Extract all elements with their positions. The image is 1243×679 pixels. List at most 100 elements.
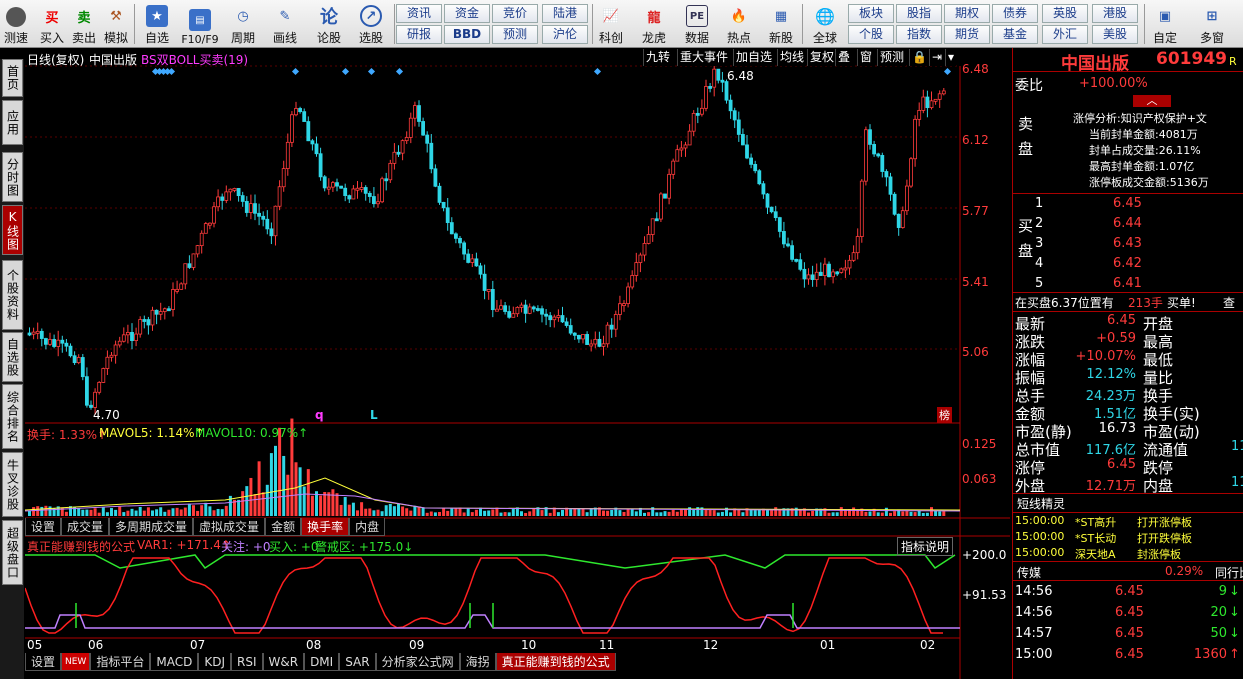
chart-btn-3[interactable]: 均线 bbox=[777, 49, 807, 66]
ind-tab-10[interactable]: 真正能赚到钱的公式 bbox=[495, 653, 616, 671]
nav-timeshare[interactable]: 分时图 bbox=[2, 152, 23, 202]
fund-button[interactable]: 资金 bbox=[444, 4, 490, 23]
indicator-help-button[interactable]: 指标说明 bbox=[897, 537, 954, 556]
bid-price[interactable]: 6.41 bbox=[1113, 276, 1142, 291]
buy-button[interactable]: 买买入 bbox=[38, 2, 66, 46]
single-stock-button[interactable]: 个股 bbox=[848, 25, 894, 44]
sell-button[interactable]: 卖卖出 bbox=[70, 2, 98, 46]
ind-tab-5[interactable]: W&R bbox=[262, 653, 305, 671]
nav-stock-profile[interactable]: 个股资料 bbox=[2, 260, 23, 330]
ind-tab-3[interactable]: KDJ bbox=[198, 653, 231, 671]
forecast-button[interactable]: 预测 bbox=[492, 25, 538, 44]
watchlist-button[interactable]: ★ 自选 bbox=[140, 2, 174, 46]
candle-body bbox=[39, 330, 44, 339]
period-button[interactable]: ◷ 周期 bbox=[226, 2, 260, 46]
simulate-button[interactable]: ⚒ 模拟 bbox=[102, 2, 130, 46]
queue-search-button[interactable]: 查 bbox=[1223, 294, 1235, 311]
sprite-stock[interactable]: *ST高升 bbox=[1075, 514, 1116, 530]
menu-chevron-icon[interactable]: ▾ bbox=[945, 49, 957, 66]
news-button[interactable]: 资讯 bbox=[396, 4, 442, 23]
uk-stock-button[interactable]: 英股 bbox=[1042, 4, 1088, 23]
volume-bar bbox=[561, 509, 564, 516]
expand-icon[interactable]: ⇥ bbox=[929, 49, 945, 66]
bid-price[interactable]: 6.45 bbox=[1113, 196, 1142, 211]
vol-tab-3[interactable]: 虚拟成交量 bbox=[193, 518, 266, 536]
chart-btn-5[interactable]: 叠 bbox=[835, 49, 853, 66]
star-market-button[interactable]: 📈 科创 bbox=[594, 2, 628, 46]
sprite-time: 15:00:00 bbox=[1015, 546, 1065, 559]
ind-tab-8[interactable]: 分析家公式网 bbox=[375, 653, 460, 671]
peer-compare-button[interactable]: 同行比 bbox=[1215, 564, 1243, 581]
ind-tab-1[interactable]: 指标平台 bbox=[90, 653, 151, 671]
vol-tab-4[interactable]: 金额 bbox=[265, 518, 302, 536]
nav-kline[interactable]: K线图 bbox=[2, 205, 23, 255]
ind-tab-9[interactable]: 海拐 bbox=[459, 653, 496, 671]
global-button[interactable]: 🌐 全球 bbox=[806, 2, 844, 46]
data-button[interactable]: PE 数据 bbox=[680, 2, 714, 46]
bid-price[interactable]: 6.44 bbox=[1113, 216, 1142, 231]
shanghai-london-button[interactable]: 沪伦 bbox=[542, 25, 588, 44]
us-stock-button[interactable]: 美股 bbox=[1092, 25, 1138, 44]
nav-apps[interactable]: 应用 bbox=[2, 100, 23, 145]
vol-tab-0[interactable]: 设置 bbox=[25, 518, 62, 536]
bid-price[interactable]: 6.43 bbox=[1113, 236, 1142, 251]
vol-tab-6[interactable]: 内盘 bbox=[349, 518, 386, 536]
dragon-tiger-button[interactable]: 龍龙虎 bbox=[637, 2, 671, 46]
chart-btn-4[interactable]: 复权 bbox=[807, 49, 837, 66]
candle-body bbox=[937, 93, 942, 100]
nav-watchlist[interactable]: 自选股 bbox=[2, 332, 23, 382]
chart-formula-label[interactable]: BS双BOLL买卖(19) bbox=[141, 51, 248, 68]
ind-tab-2[interactable]: MACD bbox=[150, 653, 199, 671]
volume-bar bbox=[753, 510, 757, 516]
candle-body bbox=[48, 339, 52, 345]
vol-tab-5[interactable]: 换手率 bbox=[301, 518, 350, 536]
ind-tab-6[interactable]: DMI bbox=[304, 653, 340, 671]
lock-icon[interactable]: 🔒 bbox=[909, 49, 929, 66]
chart-btn-0[interactable]: 九转 bbox=[643, 49, 673, 66]
hk-connect-button[interactable]: 陆港 bbox=[542, 4, 588, 23]
vol-tab-1[interactable]: 成交量 bbox=[61, 518, 110, 536]
f10-button[interactable]: ▤ F10/F9 bbox=[180, 2, 220, 46]
chart-btn-7[interactable]: 预测 bbox=[877, 49, 907, 66]
bond-button[interactable]: 债券 bbox=[992, 4, 1038, 23]
chart-btn-1[interactable]: 重大事件 bbox=[677, 49, 731, 66]
volume-bar bbox=[720, 511, 724, 516]
collapse-arrow-icon[interactable]: ︿ bbox=[1133, 95, 1171, 107]
ind-tab-7[interactable]: SAR bbox=[339, 653, 376, 671]
fund-market-button[interactable]: 基金 bbox=[992, 25, 1038, 44]
new-stock-button[interactable]: ▦ 新股 bbox=[764, 2, 798, 46]
bid-price[interactable]: 6.42 bbox=[1113, 256, 1142, 271]
stock-picker-button[interactable]: ↗ 选股 bbox=[354, 2, 388, 46]
stock-name: 中国出版 bbox=[1061, 54, 1129, 74]
options-button[interactable]: 期权 bbox=[944, 4, 990, 23]
nav-ranking[interactable]: 综合排名 bbox=[2, 384, 23, 449]
rank-badge[interactable]: 榜 bbox=[937, 407, 952, 423]
hot-button[interactable]: 🔥 热点 bbox=[722, 2, 756, 46]
research-button[interactable]: 研报 bbox=[396, 25, 442, 44]
chart-btn-6[interactable]: 窗 bbox=[857, 49, 875, 66]
nav-diagnosis[interactable]: 牛叉诊股 bbox=[2, 452, 23, 517]
hk-stock-button[interactable]: 港股 bbox=[1092, 4, 1138, 23]
forex-button[interactable]: 外汇 bbox=[1042, 25, 1088, 44]
futures-button[interactable]: 期货 bbox=[944, 25, 990, 44]
nav-super-order[interactable]: 超级盘口 bbox=[2, 520, 23, 585]
sector-button[interactable]: 板块 bbox=[848, 4, 894, 23]
draw-line-button[interactable]: ✎ 画线 bbox=[268, 2, 302, 46]
nav-home[interactable]: 首页 bbox=[2, 59, 23, 97]
speed-test-button[interactable]: 测速 bbox=[2, 2, 30, 46]
bbd-button[interactable]: BBD bbox=[444, 25, 490, 44]
bidding-button[interactable]: 竞价 bbox=[492, 4, 538, 23]
sprite-stock[interactable]: *ST长动 bbox=[1075, 530, 1116, 546]
sprite-stock[interactable]: 深天地A bbox=[1075, 546, 1116, 562]
kline-chart-area[interactable]: 日线(复权) 中国出版 BS双BOLL买卖(19) 九转 重大事件 加自选 均线 复权叠… bbox=[25, 48, 1010, 679]
custom-button[interactable]: ▣ 自定 bbox=[1148, 2, 1182, 46]
index-futures-button[interactable]: 股指 bbox=[896, 4, 942, 23]
index-button[interactable]: 指数 bbox=[896, 25, 942, 44]
discuss-button[interactable]: 论论股 bbox=[312, 2, 346, 46]
vol-tab-2[interactable]: 多周期成交量 bbox=[109, 518, 194, 536]
multi-window-button[interactable]: ⊞ 多窗 bbox=[1192, 2, 1232, 46]
sector-name[interactable]: 传媒 bbox=[1017, 564, 1041, 581]
ind-tab-0[interactable]: 设置 bbox=[25, 653, 62, 671]
chart-btn-2[interactable]: 加自选 bbox=[733, 49, 775, 66]
ind-tab-4[interactable]: RSI bbox=[231, 653, 263, 671]
